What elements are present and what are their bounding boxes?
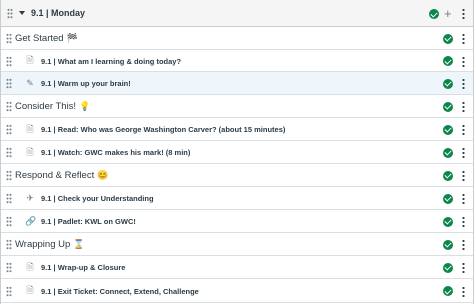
item-title-link[interactable]: 9.1 | Wrap-up & Closure	[41, 263, 125, 272]
published-check-icon[interactable]	[443, 193, 453, 204]
published-check-icon[interactable]	[443, 124, 453, 135]
published-check-icon[interactable]	[443, 239, 453, 250]
item-title-link[interactable]: 9.1 | Watch: GWC makes his mark! (8 min)	[41, 148, 190, 157]
page-icon: 🗎	[26, 146, 34, 157]
module-item-row[interactable]: 🔗 9.1 | Padlet: KWL on GWC!	[1, 210, 473, 233]
drag-handle-icon[interactable]	[6, 124, 12, 135]
published-check-icon[interactable]	[443, 216, 453, 227]
item-menu-icon[interactable]	[462, 55, 465, 67]
section-header-label: Wrapping Up ⌛	[15, 239, 85, 250]
published-check-icon[interactable]	[443, 33, 453, 44]
row-label-text: 9.1 | Watch: GWC makes his mark! (8 min)	[41, 148, 191, 157]
drag-handle-icon[interactable]	[6, 193, 12, 204]
quiz-icon: ✈	[26, 192, 34, 203]
row-label-text: 9.1 | Padlet: KWL on GWC!	[41, 217, 136, 226]
item-title-link[interactable]: 9.1 | Warm up your brain!	[41, 79, 131, 88]
item-menu-icon[interactable]	[462, 239, 465, 250]
drag-handle-icon[interactable]	[6, 170, 12, 181]
section-header-label: Get Started 🏁	[15, 33, 78, 44]
row-label-text: Get Started	[15, 33, 64, 44]
module-item-row[interactable]: 🗎 9.1 | Wrap-up & Closure	[1, 256, 473, 279]
row-label-text: 9.1 | Check your Understanding	[41, 194, 154, 203]
row-label-text: 9.1 | Exit Ticket: Connect, Extend, Chal…	[41, 286, 199, 296]
row-label-text: 9.1 | Wrap-up & Closure	[41, 263, 126, 272]
section-emoji-icon: 💡	[79, 101, 91, 111]
module-item-row[interactable]: 🗎 9.1 | Exit Ticket: Connect, Extend, Cha…	[1, 279, 473, 303]
section-header-row[interactable]: Consider This! 💡	[1, 95, 473, 118]
section-emoji-icon: ⌛	[73, 239, 85, 249]
add-item-icon[interactable]: +	[444, 7, 452, 20]
section-header-row[interactable]: Wrapping Up ⌛	[1, 233, 473, 256]
row-label-text: 9.1 | Warm up your brain!	[41, 79, 131, 88]
section-emoji-icon: 😊	[97, 170, 109, 180]
row-label-text: Wrapping Up	[15, 239, 71, 250]
item-title-link[interactable]: 9.1 | Padlet: KWL on GWC!	[41, 217, 136, 226]
module-title[interactable]: 9.1 | Monday	[31, 8, 85, 18]
item-title-link[interactable]: 9.1 | What am I learning & doing today?	[41, 57, 181, 66]
item-menu-icon[interactable]	[462, 216, 465, 227]
item-title-link[interactable]: 9.1 | Exit Ticket: Connect, Extend, Chal…	[41, 287, 199, 296]
published-check-icon[interactable]	[443, 262, 453, 273]
published-check-icon[interactable]	[443, 147, 453, 158]
page-icon: 🗎	[26, 123, 34, 134]
drag-handle-icon[interactable]	[6, 285, 12, 297]
module-item-row[interactable]: ✈ 9.1 | Check your Understanding	[1, 187, 473, 210]
item-menu-icon[interactable]	[462, 262, 465, 273]
item-menu-icon[interactable]	[462, 147, 465, 158]
drag-handle-icon[interactable]	[6, 147, 12, 158]
page-icon: 🗎	[26, 285, 34, 295]
module-item-row[interactable]: 🗎 9.1 | What am I learning & doing today?	[1, 50, 473, 72]
module-item-row[interactable]: 🗎 9.1 | Watch: GWC makes his mark! (8 min…	[1, 141, 473, 164]
module-item-row[interactable]: ✎ 9.1 | Warm up your brain!	[1, 72, 473, 95]
row-label-text: 9.1 | Read: Who was George Washington Ca…	[41, 125, 286, 134]
section-header-row[interactable]: Get Started 🏁	[1, 27, 473, 50]
row-label-text: 9.1 | What am I learning & doing today?	[41, 56, 182, 66]
section-emoji-icon: 🏁	[66, 33, 78, 43]
section-header-label: Consider This! 💡	[15, 101, 90, 112]
module-complete-icon	[429, 9, 439, 19]
item-menu-icon[interactable]	[462, 285, 465, 297]
drag-handle-icon[interactable]	[6, 239, 12, 250]
item-menu-icon[interactable]	[462, 78, 465, 89]
module-item-row[interactable]: 🗎 9.1 | Read: Who was George Washington C…	[1, 118, 473, 141]
module-container: 9.1 | Monday + Get Started 🏁 🗎 9.1 | What a…	[0, 0, 474, 304]
item-menu-icon[interactable]	[462, 101, 465, 112]
page-icon: 🗎	[26, 55, 34, 65]
link-icon: 🔗	[25, 215, 37, 226]
item-menu-icon[interactable]	[462, 170, 465, 181]
published-check-icon[interactable]	[443, 170, 453, 181]
section-header-row[interactable]: Respond & Reflect 😊	[1, 164, 473, 187]
published-check-icon[interactable]	[443, 56, 453, 66]
item-title-link[interactable]: 9.1 | Check your Understanding	[41, 194, 154, 203]
section-header-label: Respond & Reflect 😊	[15, 170, 108, 181]
page-icon: 🗎	[26, 261, 34, 272]
assignment-icon: ✎	[26, 77, 34, 88]
row-label-text: Respond & Reflect	[15, 170, 95, 181]
drag-handle-icon[interactable]	[7, 7, 13, 19]
drag-handle-icon[interactable]	[6, 216, 12, 227]
drag-handle-icon[interactable]	[6, 262, 12, 273]
drag-handle-icon[interactable]	[6, 33, 12, 44]
drag-handle-icon[interactable]	[6, 55, 12, 67]
module-header[interactable]: 9.1 | Monday +	[1, 0, 473, 27]
drag-handle-icon[interactable]	[6, 78, 12, 89]
row-label-text: Consider This!	[15, 101, 77, 112]
collapse-caret-icon[interactable]	[19, 11, 25, 15]
item-menu-icon[interactable]	[462, 193, 465, 204]
published-check-icon[interactable]	[443, 101, 453, 112]
module-menu-icon[interactable]	[462, 8, 465, 19]
item-menu-icon[interactable]	[462, 124, 465, 135]
item-title-link[interactable]: 9.1 | Read: Who was George Washington Ca…	[41, 125, 285, 134]
item-menu-icon[interactable]	[462, 33, 465, 44]
published-check-icon[interactable]	[443, 286, 453, 296]
published-check-icon[interactable]	[443, 78, 453, 89]
drag-handle-icon[interactable]	[6, 101, 12, 112]
